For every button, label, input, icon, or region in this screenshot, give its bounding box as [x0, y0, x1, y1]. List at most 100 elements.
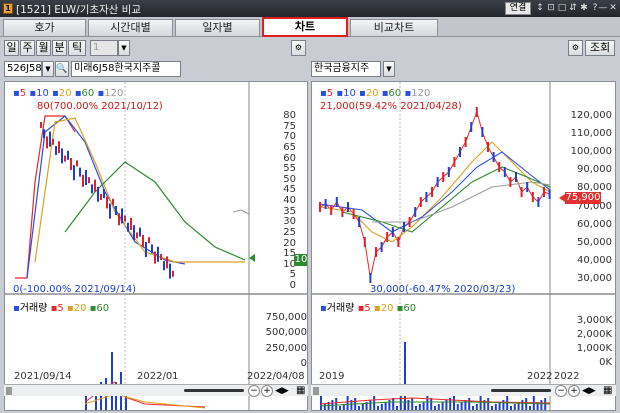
- zoom-in-icon[interactable]: +: [261, 385, 273, 397]
- right-volume-bar: [396, 406, 398, 410]
- right-volume-bar: [377, 406, 379, 410]
- ryticks-tick: 110,000: [570, 128, 612, 140]
- app-icon: 1: [3, 3, 13, 14]
- query-button[interactable]: 조회: [585, 40, 615, 56]
- right-volume-legend: ▪거래량 ▪5 ▪20 ▪60: [320, 303, 417, 314]
- tab-by-date[interactable]: 일자별: [175, 19, 260, 36]
- left-ma20-line: [34, 117, 245, 263]
- right-date-start: 2019: [319, 371, 345, 382]
- ryticks-tick: 100,000: [570, 146, 612, 158]
- rvticks-tick: 3,000K: [576, 315, 612, 326]
- right-volume-bar: [358, 406, 360, 410]
- window-title: [1521] ELW/기초자산 비교: [16, 4, 141, 16]
- nav-arrows-icon[interactable]: ◀▶: [275, 386, 289, 396]
- period-minute-button[interactable]: 분: [52, 40, 67, 56]
- lyticks-tick: 65: [283, 141, 296, 153]
- lyticks-tick: 20: [283, 237, 296, 249]
- lock-icon[interactable]: ⊡: [546, 2, 556, 15]
- code-dropdown-arrow[interactable]: ▼: [42, 61, 54, 77]
- lyticks-tick: 0: [289, 280, 296, 291]
- left-volume-legend: ▪거래량 ▪5 ▪20 ▪60: [13, 303, 110, 314]
- left-ma-legend: ▪5 ▪10 ▪20 ▪60 ▪120: [13, 88, 124, 99]
- lyticks-tick: 5: [289, 269, 296, 281]
- tab-bar: 호가 시간대별 일자별 차트 비교차트: [0, 17, 620, 37]
- right-nav-arrows-icon[interactable]: ◀▶: [582, 386, 596, 396]
- tab-compare-chart[interactable]: 비교차트: [350, 19, 438, 36]
- period-tick-button[interactable]: 틱: [68, 40, 86, 56]
- copy-icon[interactable]: □: [557, 2, 567, 15]
- right-volume-bar: [422, 402, 425, 410]
- right-volume-bar: [430, 398, 433, 410]
- ryticks-tick: 50,000: [577, 236, 612, 248]
- count-select[interactable]: 1: [90, 40, 118, 56]
- rvticks-tick: 2,000K: [576, 329, 612, 340]
- left-ma60-line: [64, 161, 246, 261]
- link-button[interactable]: 연결: [505, 2, 531, 15]
- right-name-field[interactable]: 한국금융지주: [311, 61, 381, 77]
- right-zoom-slider[interactable]: [491, 389, 551, 392]
- tab-order-book[interactable]: 호가: [3, 19, 86, 36]
- close-icon[interactable]: ✕: [608, 2, 618, 15]
- lyticks-tick: 15: [283, 248, 296, 260]
- resize-icon[interactable]: ⇵: [568, 2, 578, 15]
- pin-icon[interactable]: ↕: [535, 2, 545, 15]
- lvticks-tick: 250,000: [265, 342, 307, 354]
- right-volume-bar: [529, 406, 531, 410]
- left-date-mid: 2022/01: [137, 371, 179, 382]
- right-volume-bar: [369, 400, 372, 410]
- left-scroll-bar[interactable]: − + ◀▶ ▦: [4, 384, 308, 397]
- left-price-badge: 10: [294, 254, 308, 266]
- lyticks-tick: 25: [283, 226, 296, 238]
- period-day-button[interactable]: 일: [4, 40, 19, 56]
- lyticks-tick: 45: [283, 184, 296, 196]
- chart-settings-icon[interactable]: ⚙: [291, 40, 306, 56]
- tab-by-time[interactable]: 시간대별: [88, 19, 173, 36]
- rvticks-tick: 0K: [599, 357, 612, 368]
- period-week-button[interactable]: 주: [20, 40, 35, 56]
- right-volume-bar: [361, 404, 364, 410]
- right-date-end: 2022: [554, 371, 580, 382]
- right-volume-bar: [468, 398, 471, 410]
- right-zoom-in-icon[interactable]: +: [568, 385, 580, 397]
- right-scroll-handle[interactable]: [313, 387, 319, 395]
- left-scroll-handle[interactable]: [6, 387, 12, 395]
- right-volume-bar: [434, 406, 436, 410]
- period-month-button[interactable]: 월: [36, 40, 51, 56]
- left-min-annotation: 0(-100.00% 2021/09/14): [13, 284, 137, 295]
- lyticks-tick: 75: [283, 120, 296, 132]
- right-date-axis: 2019 2022 2022: [311, 371, 616, 384]
- left-price-marker: [249, 254, 255, 262]
- lyticks-tick: 60: [283, 152, 296, 164]
- right-date-mid: 2022: [527, 371, 553, 382]
- left-ma120-line: [232, 209, 250, 215]
- ryticks-tick: 40,000: [577, 254, 612, 266]
- name-field[interactable]: 미래6J58한국지주콜: [71, 61, 181, 77]
- right-volume-bar: [525, 398, 528, 410]
- right-ma20-line: [319, 141, 551, 243]
- right-name-dropdown-arrow[interactable]: ▼: [383, 61, 395, 77]
- tab-chart[interactable]: 차트: [262, 17, 348, 37]
- right-ma5-line: [319, 110, 550, 279]
- ryticks-tick: 30,000: [577, 273, 612, 284]
- settings-icon[interactable]: ✱: [579, 2, 589, 15]
- right-volume-bar: [460, 402, 463, 410]
- grid-icon[interactable]: ▦: [296, 385, 305, 396]
- right-scroll-bar[interactable]: − + ◀▶ ▦: [311, 384, 616, 397]
- count-dropdown-arrow[interactable]: ▼: [118, 40, 130, 56]
- search-icon[interactable]: 🔍: [55, 61, 69, 77]
- right-volume-bar: [437, 404, 440, 410]
- lyticks-tick: 70: [283, 131, 296, 143]
- right-panel: ⚙ 조회 한국금융지주 ▼ ▪5 ▪10 ▪20 ▪60 ▪120 21,000…: [309, 38, 618, 411]
- right-volume-bar: [453, 396, 455, 410]
- right-zoom-out-icon[interactable]: −: [555, 385, 567, 397]
- right-volume-bar: [415, 406, 417, 410]
- code-input[interactable]: 526J58: [4, 61, 42, 77]
- right-volume-bar: [418, 404, 421, 410]
- right-grid-icon[interactable]: ▦: [603, 385, 612, 396]
- left-zoom-slider[interactable]: [184, 389, 244, 392]
- right-settings-icon[interactable]: ⚙: [568, 40, 583, 56]
- right-volume-bar: [502, 400, 505, 410]
- minimize-icon[interactable]: —: [598, 2, 608, 15]
- right-volume-bar: [472, 406, 474, 410]
- zoom-out-icon[interactable]: −: [248, 385, 260, 397]
